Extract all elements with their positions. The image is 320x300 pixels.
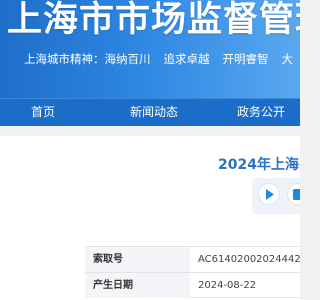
- info-table: 索取号 AC61402002024442 产生日期 2024-08-22: [85, 246, 300, 298]
- stop-icon: [293, 189, 300, 200]
- row-label: 产生日期: [85, 273, 190, 298]
- table-row: 产生日期 2024-08-22: [85, 272, 300, 298]
- slogan-item: 开明睿智: [222, 52, 269, 66]
- play-icon: [266, 189, 274, 200]
- city-slogan: 上海城市精神：海纳百川 追求卓越 开明睿智大: [24, 51, 300, 67]
- slogan-item: 大: [281, 52, 294, 66]
- nav-item-home[interactable]: 首页: [14, 99, 72, 126]
- main-nav: 首页 新闻动态 政务公开: [0, 98, 300, 126]
- nav-item-news[interactable]: 新闻动态: [114, 99, 194, 126]
- article-title: 2024年上海: [218, 157, 299, 173]
- content-panel: 2024年上海 索取号 AC61402002024442 产生日期 2024-0…: [0, 136, 300, 300]
- play-button[interactable]: [258, 183, 280, 205]
- row-label: 索取号: [85, 247, 190, 272]
- slogan-item: 追求卓越: [163, 52, 210, 66]
- site-banner: 上海市市场监督管理局 上海城市精神：海纳百川追求卓越开明睿智大: [0, 0, 300, 98]
- slogan-item: 海纳百川: [104, 52, 151, 66]
- site-title: 上海市市场监督管理局: [7, 0, 300, 40]
- slogan-label: 上海城市精神：: [24, 52, 105, 66]
- table-row: 索取号 AC61402002024442: [85, 246, 300, 272]
- row-value: AC61402002024442: [198, 254, 300, 265]
- nav-item-government-affairs[interactable]: 政务公开: [226, 99, 296, 126]
- page: 上海市市场监督管理局 上海城市精神：海纳百川追求卓越开明睿智大 首页 新闻动态 …: [0, 0, 300, 300]
- row-value: 2024-08-22: [198, 280, 257, 291]
